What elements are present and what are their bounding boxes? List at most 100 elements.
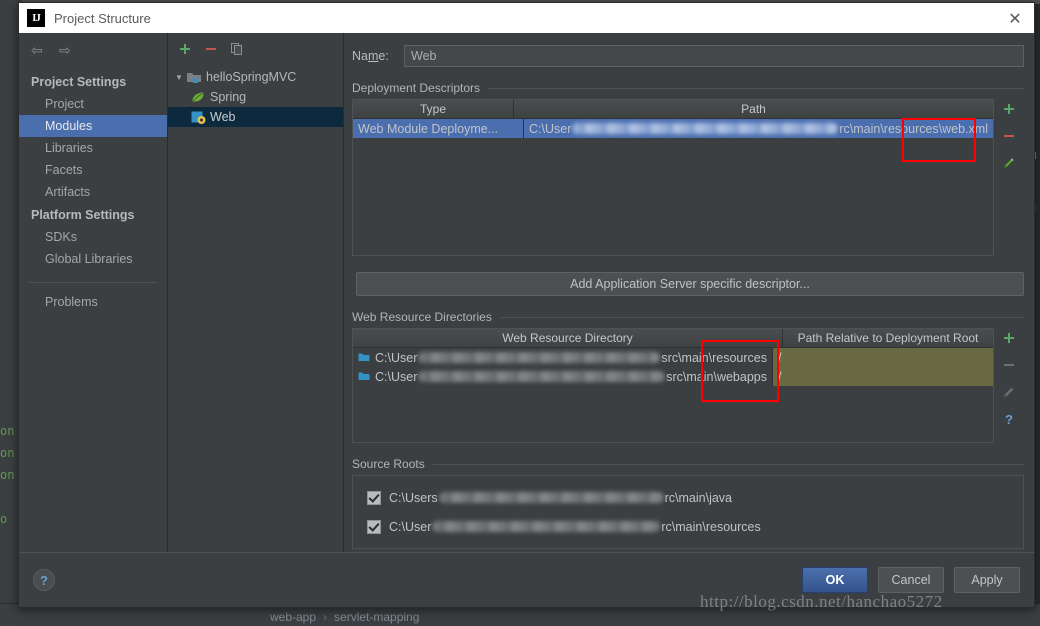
- cell-relative-path: /: [773, 348, 993, 367]
- dir-prefix: C:\User: [375, 350, 418, 365]
- table-row[interactable]: Web Module Deployme... C:\User rc\main\re…: [353, 119, 993, 138]
- dialog-title: Project Structure: [54, 10, 151, 26]
- sidebar-item-problems[interactable]: Problems: [19, 291, 167, 313]
- source-root-checkbox[interactable]: [367, 519, 381, 534]
- path-prefix: C:\User: [529, 121, 572, 136]
- root-suffix: rc\main\resources: [661, 519, 761, 534]
- group-rule: [488, 87, 1024, 89]
- add-descriptor-icon[interactable]: [1002, 102, 1016, 116]
- tree-node-label: Spring: [210, 90, 247, 104]
- module-name-input[interactable]: [404, 45, 1024, 67]
- breadcrumb-separator: ›: [323, 610, 328, 624]
- folder-icon: [358, 371, 370, 382]
- spring-leaf-icon: [190, 90, 206, 104]
- cell-web-resource-directory: C:\User src\main\webapps: [353, 367, 773, 386]
- back-arrow-icon[interactable]: ⇦: [31, 42, 47, 58]
- column-header-path[interactable]: Path: [514, 100, 993, 118]
- add-web-resource-icon[interactable]: [1002, 331, 1016, 345]
- help-icon[interactable]: ?: [33, 569, 55, 591]
- sidebar-item-sdks[interactable]: SDKs: [19, 226, 167, 248]
- bg-code-fragment: on: [0, 446, 15, 460]
- redacted-path-segment: [432, 521, 661, 532]
- tree-node-hellospringmvc[interactable]: ▼ helloSpringMVC: [168, 67, 343, 87]
- module-tree-list: ▼ helloSpringMVC Spring Web: [168, 65, 343, 127]
- module-folder-icon: [186, 70, 202, 84]
- dir-suffix: src\main\resources: [661, 350, 767, 365]
- cell-descriptor-type: Web Module Deployme...: [353, 119, 524, 138]
- column-header-web-resource-directory[interactable]: Web Resource Directory: [353, 329, 783, 347]
- deployment-descriptors-table: Type Path Web Module Deployme... C:\User…: [352, 99, 994, 256]
- tree-node-web[interactable]: Web: [168, 107, 343, 127]
- list-item[interactable]: C:\User rc\main\resources: [353, 512, 1023, 541]
- source-roots-list: C:\Users rc\main\java C:\User rc\main\reso…: [352, 475, 1024, 549]
- web-resource-directories-title: Web Resource Directories: [352, 310, 492, 324]
- module-tree-toolbar: [168, 33, 343, 65]
- tree-node-spring[interactable]: Spring: [168, 87, 343, 107]
- deployment-descriptors-title: Deployment Descriptors: [352, 81, 481, 95]
- chevron-down-icon[interactable]: ▼: [172, 73, 186, 82]
- project-structure-dialog: IJ Project Structure ✕ ⇦ ⇨ Project Setti…: [18, 2, 1035, 608]
- forward-arrow-icon[interactable]: ⇨: [59, 42, 75, 58]
- sidebar-navigation-arrows: ⇦ ⇨: [19, 39, 167, 70]
- edit-descriptor-icon[interactable]: [1002, 156, 1016, 170]
- root-prefix: C:\Users: [389, 490, 438, 505]
- tree-node-label: Web: [210, 110, 236, 124]
- web-resource-directories-actions: ?: [994, 328, 1024, 443]
- cell-web-resource-directory: C:\User src\main\resources: [353, 348, 773, 367]
- tree-node-label: helloSpringMVC: [206, 70, 297, 84]
- sidebar-item-artifacts[interactable]: Artifacts: [19, 181, 167, 203]
- ok-button[interactable]: OK: [802, 567, 868, 593]
- dir-suffix: src\main\webapps: [666, 369, 767, 384]
- bg-code-fragment: on: [0, 424, 15, 438]
- source-roots-title-row: Source Roots: [352, 457, 1024, 471]
- deployment-descriptors-actions: [994, 99, 1024, 256]
- remove-descriptor-icon[interactable]: [1002, 129, 1016, 143]
- svg-text:?: ?: [1005, 412, 1013, 426]
- intellij-logo-icon: IJ: [27, 9, 45, 27]
- column-header-type[interactable]: Type: [353, 100, 514, 118]
- module-name-row: Name:: [352, 45, 1024, 67]
- add-module-icon[interactable]: [178, 42, 192, 56]
- copy-module-icon[interactable]: [230, 42, 244, 56]
- group-rule: [432, 463, 1024, 465]
- path-suffix: rc\main\resources\web.xml: [839, 121, 988, 136]
- source-roots-group: Source Roots C:\Users rc\main\java C:\Use…: [352, 457, 1024, 549]
- settings-sidebar: ⇦ ⇨ Project Settings Project Modules Lib…: [19, 33, 168, 552]
- remove-web-resource-icon: [1002, 358, 1016, 372]
- root-suffix: rc\main\java: [664, 490, 733, 505]
- redacted-path-segment: [418, 371, 666, 382]
- redacted-path-segment: [438, 492, 664, 503]
- table-row[interactable]: C:\User src\main\resources /: [353, 348, 993, 367]
- breadcrumb-item-web-app: web-app: [270, 610, 317, 624]
- module-settings-panel: Name: Deployment Descriptors Type Path: [344, 33, 1034, 552]
- source-root-checkbox[interactable]: [367, 490, 381, 505]
- redacted-path-segment: [418, 352, 661, 363]
- module-tree-panel: ▼ helloSpringMVC Spring Web: [168, 33, 344, 552]
- table-header-row: Type Path: [353, 100, 993, 119]
- add-application-server-descriptor-button[interactable]: Add Application Server specific descript…: [356, 272, 1024, 296]
- bg-code-fragment: on: [0, 468, 15, 482]
- close-icon[interactable]: ✕: [1000, 4, 1030, 32]
- cancel-button[interactable]: Cancel: [878, 567, 944, 593]
- sidebar-item-modules[interactable]: Modules: [19, 115, 167, 137]
- module-name-label: Name:: [352, 49, 404, 63]
- name-label-mnemonic: m: [367, 49, 379, 63]
- table-row[interactable]: C:\User src\main\webapps /: [353, 367, 993, 386]
- sidebar-item-facets[interactable]: Facets: [19, 159, 167, 181]
- source-roots-title: Source Roots: [352, 457, 425, 471]
- remove-module-icon[interactable]: [204, 42, 218, 56]
- cell-relative-path: /: [773, 367, 993, 386]
- web-resource-directories-group: Web Resource Directories Web Resource Di…: [352, 310, 1024, 443]
- sidebar-item-global-libraries[interactable]: Global Libraries: [19, 248, 167, 270]
- sidebar-group-project-settings: Project Settings: [31, 75, 127, 89]
- list-item[interactable]: C:\Users rc\main\java: [353, 483, 1023, 512]
- cell-descriptor-path: C:\User rc\main\resources\web.xml: [524, 119, 993, 138]
- dialog-footer: ? OK Cancel Apply: [19, 552, 1034, 607]
- sidebar-item-project[interactable]: Project: [19, 93, 167, 115]
- apply-button[interactable]: Apply: [954, 567, 1020, 593]
- web-resource-directories-title-row: Web Resource Directories: [352, 310, 1024, 324]
- column-header-path-relative-to-deployment-root[interactable]: Path Relative to Deployment Root: [783, 329, 993, 347]
- folder-icon: [358, 352, 370, 363]
- web-resource-help-icon[interactable]: ?: [1002, 412, 1016, 427]
- sidebar-item-libraries[interactable]: Libraries: [19, 137, 167, 159]
